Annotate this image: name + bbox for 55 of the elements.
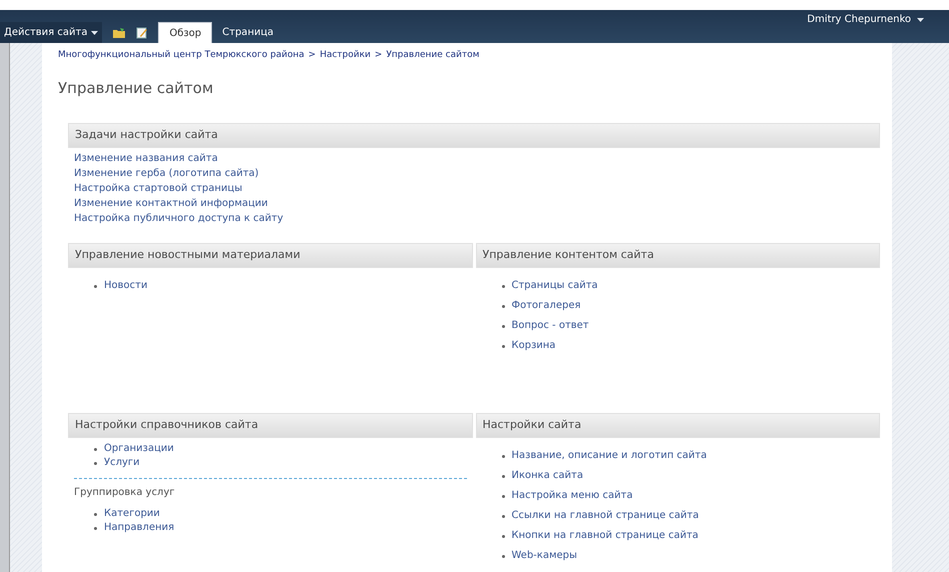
ribbon-tab[interactable]: Страница xyxy=(212,22,284,43)
edit-icon[interactable] xyxy=(136,26,148,38)
breadcrumb-link[interactable]: Многофункциональный центр Темрюкского района xyxy=(58,49,304,62)
task-link[interactable]: Изменение герба (логотипа сайта) xyxy=(74,166,259,181)
task-link[interactable]: Настройка публичного доступа к сайту xyxy=(74,211,284,226)
settings-link[interactable]: Вопрос - ответ xyxy=(512,319,589,333)
bullet-icon xyxy=(94,526,97,530)
bullet-icon xyxy=(502,324,504,328)
bullet-icon xyxy=(502,284,504,288)
bullet-icon xyxy=(502,474,504,478)
site-actions-button[interactable]: Действия сайта xyxy=(0,22,102,43)
caret-icon xyxy=(91,30,98,34)
bullet-icon xyxy=(502,344,504,348)
settings-link[interactable]: Организации xyxy=(104,442,174,456)
bullet-icon xyxy=(94,448,97,450)
bullet-icon xyxy=(94,284,97,288)
bullet-icon xyxy=(94,512,97,516)
bullet-icon xyxy=(94,462,97,464)
section-header: Управление новостными материалами xyxy=(68,243,472,268)
settings-link[interactable]: Услуги xyxy=(104,456,140,470)
settings-link[interactable]: Ссылки на главной странице сайта xyxy=(512,509,699,523)
section-header: Настройки справочников сайта xyxy=(68,413,472,438)
bullet-icon xyxy=(502,494,504,498)
bullet-icon xyxy=(502,454,504,458)
settings-link[interactable]: Страницы сайта xyxy=(512,279,598,293)
settings-link[interactable]: Корзина xyxy=(512,339,556,353)
page-title: Управление сайтом xyxy=(58,78,214,98)
settings-link[interactable]: Иконка сайта xyxy=(512,469,584,483)
settings-link[interactable]: Фотогалерея xyxy=(512,299,581,313)
caret-icon xyxy=(917,18,924,22)
user-menu[interactable]: Dmitry Chepurnenko xyxy=(807,12,924,27)
breadcrumb-separator: > xyxy=(308,49,316,62)
bullet-icon xyxy=(502,304,504,308)
breadcrumb-link[interactable]: Настройки xyxy=(320,49,371,62)
task-link[interactable]: Изменение контактной информации xyxy=(74,196,268,211)
section-header: Настройки сайта xyxy=(476,413,880,438)
settings-link[interactable]: Кнопки на главной странице сайта xyxy=(512,529,698,543)
settings-link[interactable]: Направления xyxy=(104,521,174,535)
ribbon-tab[interactable]: Обзор xyxy=(158,22,212,43)
settings-link[interactable]: Категории xyxy=(104,507,160,521)
task-link[interactable]: Настройка стартовой страницы xyxy=(74,181,242,196)
settings-link[interactable]: Настройка меню сайта xyxy=(512,489,633,503)
section-header: Задачи настройки сайта xyxy=(68,123,880,148)
bullet-icon xyxy=(502,534,504,538)
section-header: Управление контентом сайта xyxy=(476,243,880,268)
settings-link[interactable]: Название, описание и логотип сайта xyxy=(512,449,707,463)
settings-link[interactable]: Web-камеры xyxy=(512,549,578,563)
folder-icon[interactable] xyxy=(112,26,126,38)
settings-link[interactable]: Новости xyxy=(104,279,148,293)
task-link[interactable]: Изменение названия сайта xyxy=(74,151,218,166)
group-heading: Группировка услуг xyxy=(74,486,176,500)
breadcrumb-separator: > xyxy=(374,49,382,62)
bullet-icon xyxy=(502,554,504,558)
breadcrumb-link[interactable]: Управление сайтом xyxy=(386,49,480,62)
bullet-icon xyxy=(502,514,504,518)
